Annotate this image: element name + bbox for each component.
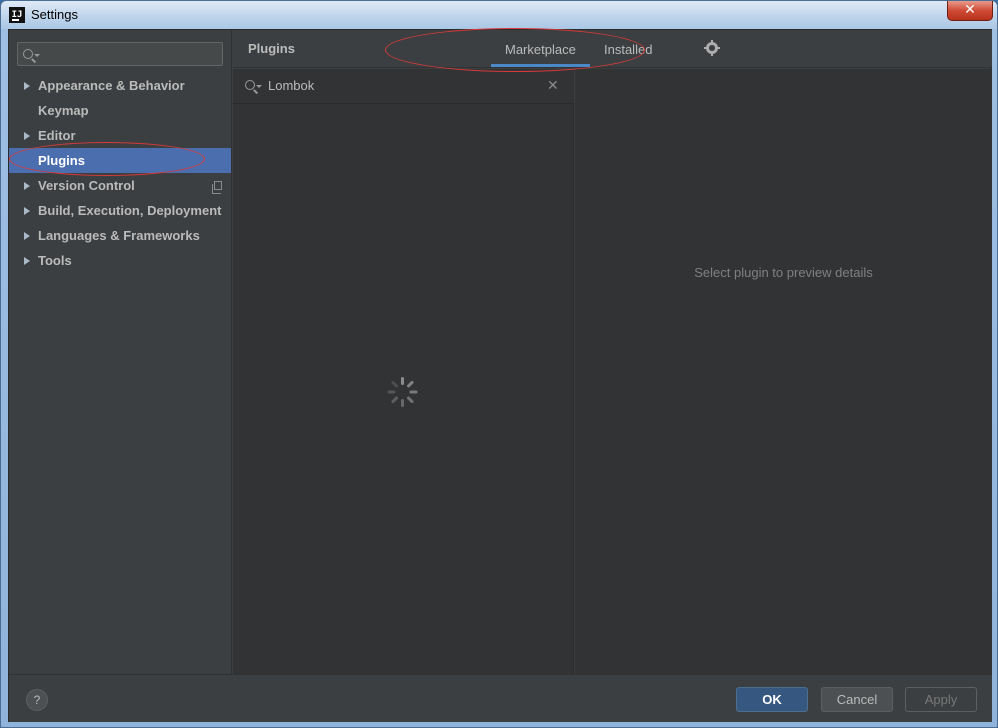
settings-window: IJ Settings ✕ Appearance & Behavior Keym… [0, 0, 998, 728]
settings-search-input[interactable] [17, 42, 223, 66]
expand-arrow-icon[interactable] [24, 207, 30, 215]
tree-item-label: Editor [38, 128, 76, 143]
tree-item-label: Plugins [38, 153, 85, 168]
plugin-search-input[interactable]: Lombok ✕ [233, 69, 574, 104]
close-window-button[interactable]: ✕ [947, 1, 993, 21]
expand-arrow-icon[interactable] [24, 232, 30, 240]
plugin-details-pane: Select plugin to preview details [575, 69, 992, 674]
tree-item-build-execution-deployment[interactable]: Build, Execution, Deployment [9, 198, 231, 223]
tree-item-label: Languages & Frameworks [38, 228, 200, 243]
expand-arrow-icon[interactable] [24, 182, 30, 190]
plugin-search-value: Lombok [268, 78, 315, 93]
search-icon [23, 49, 33, 59]
tab-installed[interactable]: Installed [604, 42, 652, 57]
tree-item-tools[interactable]: Tools [9, 248, 231, 273]
search-history-caret-icon[interactable] [256, 85, 262, 88]
cancel-button[interactable]: Cancel [821, 687, 893, 712]
apply-button[interactable]: Apply [905, 687, 977, 712]
project-level-copy-icon [212, 181, 222, 194]
search-history-caret-icon[interactable] [34, 54, 40, 57]
details-placeholder-text: Select plugin to preview details [694, 265, 873, 280]
search-icon [245, 80, 255, 90]
page-title: Plugins [248, 41, 295, 56]
settings-tree: Appearance & Behavior Keymap Editor Plug… [9, 73, 231, 273]
expand-arrow-icon[interactable] [24, 132, 30, 140]
tab-marketplace[interactable]: Marketplace [505, 42, 576, 57]
title-bar[interactable]: IJ Settings ✕ [1, 1, 997, 29]
tree-item-plugins[interactable]: Plugins [9, 148, 231, 173]
intellij-app-icon: IJ [9, 7, 25, 23]
dialog-footer: ? OK Cancel Apply [9, 674, 992, 722]
active-tab-indicator [491, 64, 590, 67]
gear-icon-hub [709, 45, 715, 51]
tree-item-version-control[interactable]: Version Control [9, 173, 231, 198]
loading-spinner-icon [387, 377, 418, 407]
tree-item-label: Build, Execution, Deployment [38, 203, 222, 218]
expand-arrow-icon[interactable] [24, 82, 30, 90]
window-title: Settings [31, 7, 78, 22]
tree-item-label: Keymap [38, 103, 89, 118]
tree-item-label: Tools [38, 253, 72, 268]
settings-content: Appearance & Behavior Keymap Editor Plug… [8, 29, 992, 722]
help-button[interactable]: ? [26, 689, 48, 711]
tree-item-label: Appearance & Behavior [38, 78, 185, 93]
ok-button[interactable]: OK [736, 687, 808, 712]
expand-arrow-icon[interactable] [24, 257, 30, 265]
clear-search-icon[interactable]: ✕ [547, 77, 559, 94]
plugin-list-pane: Lombok ✕ [233, 69, 574, 674]
tree-item-label: Version Control [38, 178, 135, 193]
settings-sidebar: Appearance & Behavior Keymap Editor Plug… [9, 30, 232, 674]
tree-item-appearance-behavior[interactable]: Appearance & Behavior [9, 73, 231, 98]
tree-item-languages-frameworks[interactable]: Languages & Frameworks [9, 223, 231, 248]
tree-item-editor[interactable]: Editor [9, 123, 231, 148]
tree-item-keymap[interactable]: Keymap [9, 98, 231, 123]
plugins-header: Plugins Marketplace Installed [233, 30, 992, 68]
